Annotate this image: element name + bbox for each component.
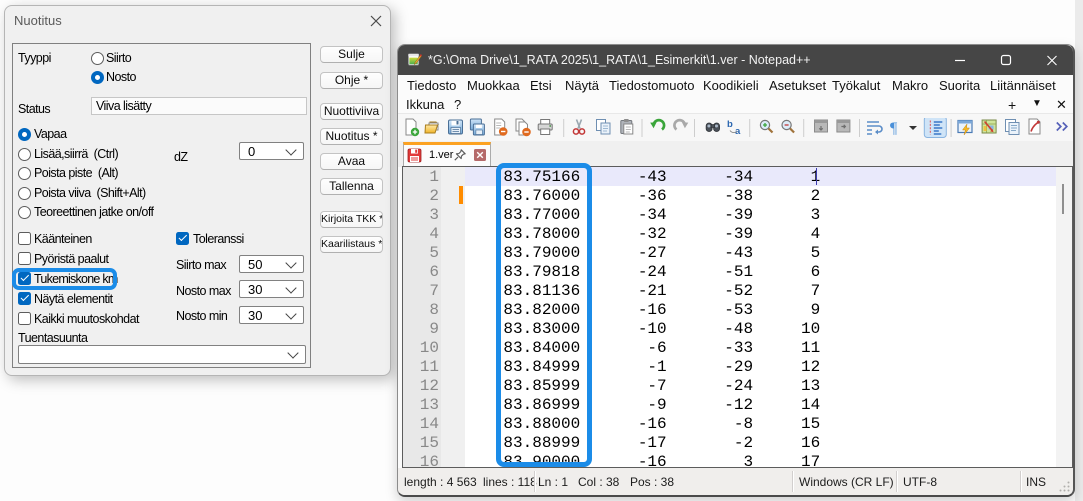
- svg-text:¶: ¶: [890, 120, 898, 137]
- svg-text:b: b: [727, 119, 733, 130]
- svg-text:a: a: [735, 126, 741, 137]
